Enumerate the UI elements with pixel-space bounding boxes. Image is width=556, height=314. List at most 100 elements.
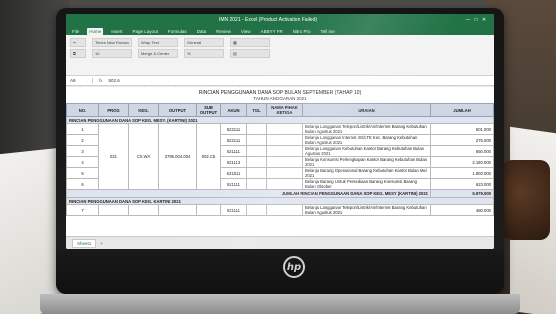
sheet-tab[interactable]: Sheet1	[72, 238, 97, 248]
section-title[interactable]: RINCIAN PENGGUNAAN DANA SOP KEG. KARTINI…	[66, 197, 494, 205]
tell-me-search[interactable]: Tell me	[319, 28, 337, 35]
header-tgl[interactable]: TGL	[246, 103, 267, 117]
tab-page-layout[interactable]: Page Layout	[131, 28, 160, 35]
cell-no[interactable]: 3	[66, 145, 99, 157]
window-title: IMN 2021 - Excel (Product Activation Fai…	[218, 17, 318, 23]
cell-pihak[interactable]	[266, 123, 303, 135]
cell-akun[interactable]: 522111	[220, 134, 247, 146]
cell-uraian[interactable]: Belanja Langganan Kebutuhan Kantor Baran…	[302, 145, 431, 157]
leather-bag	[502, 160, 550, 240]
merge-center-button[interactable]: Merge & Center	[138, 49, 178, 58]
maximize-button[interactable]: □	[472, 17, 480, 23]
tab-file[interactable]: File	[70, 28, 81, 35]
fx-icon[interactable]: fx	[99, 78, 103, 83]
header-output[interactable]: OUTPUT	[158, 103, 197, 117]
section-title[interactable]: RINCIAN PENGGUNAAN DANA SOP KEG. MESY. (…	[66, 116, 494, 124]
font-size-select[interactable]: 10	[92, 49, 132, 58]
number-format-select[interactable]: General	[184, 38, 224, 47]
cell-tgl[interactable]	[246, 167, 267, 179]
cell-tgl[interactable]	[246, 134, 267, 146]
total-label[interactable]: JUMLAH RINCIAN PENGGUNAAN DANA SOP KEG. …	[66, 189, 431, 198]
cell-jumlah[interactable]: 623.000	[430, 178, 494, 190]
cell-no[interactable]: 2	[66, 134, 99, 146]
wrap-text-button[interactable]: Wrap Text	[138, 38, 178, 47]
cell-uraian[interactable]: Belanja Langganan Telepon/Listrik/Air/In…	[302, 204, 431, 216]
cell-uraian[interactable]: Belanja Konsumsi Perlengkapan Kantor Bar…	[302, 156, 431, 168]
header-pihak-ketiga[interactable]: NAMA PIHAK KETIGA	[266, 103, 303, 117]
cell-akun[interactable]: 521811	[220, 167, 247, 179]
cell-jumlah[interactable]: 2.160.000	[430, 156, 494, 168]
cell-pihak[interactable]	[266, 156, 303, 168]
add-sheet-button[interactable]: +	[100, 241, 103, 246]
cell-akun[interactable]: 522111	[220, 123, 247, 135]
header-uraian[interactable]: URAIAN	[302, 103, 431, 117]
cell-akun[interactable]: 521113	[220, 156, 247, 168]
minimize-button[interactable]: —	[464, 17, 472, 23]
header-keg[interactable]: KEG.	[128, 103, 159, 117]
cell-prog[interactable]	[98, 204, 129, 216]
cell-pihak[interactable]	[266, 178, 303, 190]
cell-prog[interactable]: 021	[98, 123, 129, 190]
tab-abbyy[interactable]: ABBYY FR	[259, 28, 285, 35]
cell-tgl[interactable]	[246, 178, 267, 190]
tab-review[interactable]: Review	[214, 28, 233, 35]
cell-no[interactable]: 4	[66, 156, 99, 168]
cell-jumlah[interactable]: 480.000	[430, 204, 494, 216]
cell-akun[interactable]: 521111	[220, 178, 247, 190]
cell-pihak[interactable]	[266, 167, 303, 179]
cell-akun[interactable]: 521111	[220, 145, 247, 157]
cell-pihak[interactable]	[266, 145, 303, 157]
tab-formulas[interactable]: Formulas	[166, 28, 189, 35]
tab-data[interactable]: Data	[195, 28, 209, 35]
cell-output[interactable]	[158, 204, 197, 216]
cell-sub-output[interactable]: 002.C5	[196, 123, 221, 190]
alignment-group: Wrap Text Merge & Center	[138, 38, 178, 58]
tab-home[interactable]: Home	[87, 28, 104, 35]
header-akun[interactable]: AKUN	[220, 103, 247, 117]
cell-jumlah[interactable]: 1.800.000	[430, 167, 494, 179]
cell-tgl[interactable]	[246, 204, 267, 216]
sheet-tabs-bar: Sheet1 +	[66, 236, 494, 249]
cell-no[interactable]: 5	[66, 167, 99, 179]
tab-view[interactable]: View	[239, 28, 253, 35]
font-name-select[interactable]: Times New Roman	[92, 38, 132, 47]
cell-uraian[interactable]: Belanja Langganan Telepon/Listrik/Air/In…	[302, 123, 431, 135]
total-value[interactable]: 5.979.000	[430, 189, 494, 198]
tab-insert[interactable]: Insert	[109, 28, 124, 35]
cell-pihak[interactable]	[266, 204, 303, 216]
tab-nitro[interactable]: Nitro Pro	[291, 28, 313, 35]
cell-uraian[interactable]: Belanja Barang Untuk Persediaan Barang K…	[302, 178, 431, 190]
cell-pihak[interactable]	[266, 134, 303, 146]
cell-styles-button[interactable]: ▤	[230, 49, 270, 58]
cell-uraian[interactable]: Belanja Barang Operasional Barang Kebutu…	[302, 167, 431, 179]
cell-uraian[interactable]: Belanja Langganan Internet 4G/LTE Kec. B…	[302, 134, 431, 146]
formula-input[interactable]: 502.6	[109, 78, 120, 83]
cell-no[interactable]: 6	[66, 178, 99, 190]
cell-jumlah[interactable]: 650.000	[430, 145, 494, 157]
worksheet-grid[interactable]: RINCIAN PENGGUNAAN DANA SOP BULAN SEPTEM…	[66, 87, 494, 237]
cell-tgl[interactable]	[246, 123, 267, 135]
name-box[interactable]: A9	[70, 78, 93, 83]
cell-tgl[interactable]	[246, 145, 267, 157]
percent-button[interactable]: %	[184, 49, 224, 58]
close-button[interactable]: ✕	[480, 17, 488, 23]
cell-sub-output[interactable]	[196, 204, 221, 216]
header-jumlah[interactable]: JUMLAH	[430, 103, 494, 117]
conditional-formatting-button[interactable]: ▦	[230, 38, 270, 47]
table-row: 7 521111 Belanja Langganan Telepon/Listr…	[66, 204, 494, 216]
header-sub-output[interactable]: SUB OUTPUT	[196, 103, 221, 117]
cell-tgl[interactable]	[246, 156, 267, 168]
cell-keg[interactable]: CX.WA	[128, 123, 159, 190]
cell-no[interactable]: 7	[66, 204, 99, 216]
cell-keg[interactable]	[128, 204, 159, 216]
expense-table: NO. PROG KEG. OUTPUT SUB OUTPUT AKUN TGL…	[66, 103, 494, 216]
copy-button[interactable]: ⧉	[70, 49, 86, 58]
cell-akun[interactable]: 521111	[220, 204, 247, 216]
cell-output[interactable]: 2785.004.004	[158, 123, 197, 190]
header-no[interactable]: NO.	[66, 103, 99, 117]
header-prog[interactable]: PROG	[98, 103, 129, 117]
cell-no[interactable]: 1	[66, 123, 99, 135]
cell-jumlah[interactable]: 501.000	[430, 123, 494, 135]
cell-jumlah[interactable]: 275.000	[430, 134, 494, 146]
paste-button[interactable]: ✂	[70, 38, 86, 47]
